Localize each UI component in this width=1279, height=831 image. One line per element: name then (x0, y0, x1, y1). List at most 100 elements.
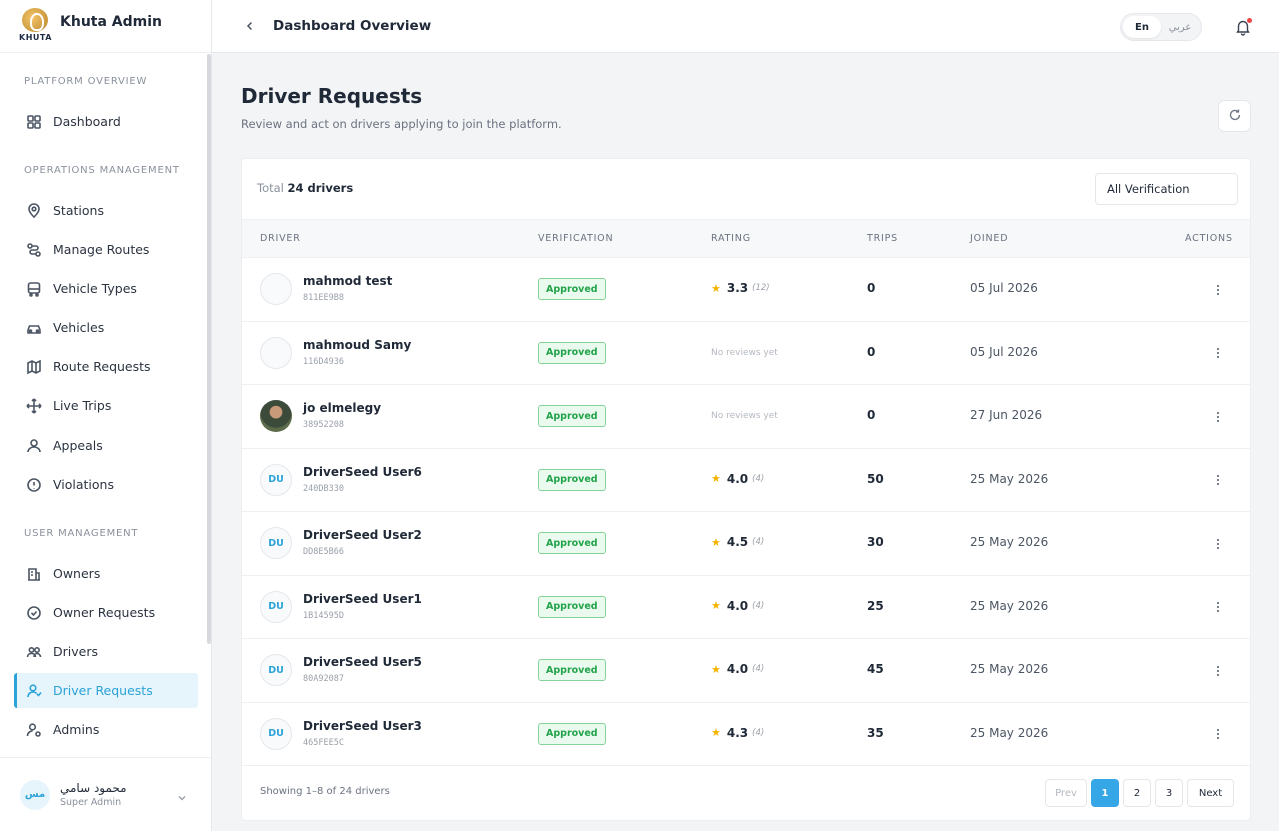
lang-en-option[interactable]: En (1123, 16, 1161, 38)
alert-circle-icon (26, 477, 42, 493)
col-driver[interactable]: DRIVER (260, 233, 301, 244)
sidebar-item-violations[interactable]: Violations (14, 467, 198, 502)
status-badge: Approved (538, 405, 606, 427)
sidebar-item-drivers[interactable]: Drivers (14, 634, 198, 669)
row-actions-button[interactable] (1208, 344, 1228, 364)
sidebar-item-label: Vehicles (53, 320, 105, 335)
verification-filter-select[interactable]: All Verification (1095, 173, 1238, 205)
header-title: Dashboard Overview (273, 18, 432, 34)
car-icon (26, 320, 42, 336)
row-actions-button[interactable] (1208, 280, 1228, 300)
driver-name[interactable]: DriverSeed User6 (303, 465, 422, 479)
sidebar-item-route-requests[interactable]: Route Requests (14, 349, 198, 384)
next-page-button[interactable]: Next (1187, 779, 1234, 807)
more-vertical-icon (1216, 344, 1220, 363)
refresh-icon (1228, 107, 1242, 126)
sidebar-item-admins[interactable]: Admins (14, 712, 198, 747)
language-toggle[interactable]: En عربي (1120, 13, 1202, 41)
row-actions-button[interactable] (1208, 661, 1228, 681)
page-2-button[interactable]: 2 (1123, 779, 1151, 807)
sidebar-item-vehicle-types[interactable]: Vehicle Types (14, 271, 198, 306)
rating: ★ 4.3 (4) (711, 725, 765, 740)
chevron-down-icon[interactable] (177, 788, 187, 807)
trips-count: 35 (867, 725, 884, 740)
users-icon (26, 644, 42, 660)
status-badge: Approved (538, 595, 606, 618)
trips-count: 30 (867, 535, 884, 549)
col-verification[interactable]: VERIFICATION (538, 233, 613, 244)
joined-date: 25 May 2026 (970, 598, 1049, 613)
table-row[interactable]: DU DriverSeed User2 DD8E5B66 Approved ★ 4… (242, 512, 1250, 576)
trips-count: 0 (867, 281, 876, 295)
khuta-logo: KHUTA (19, 8, 52, 44)
driver-id: 240DB330 (303, 483, 344, 494)
driver-name[interactable]: mahmoud Samy (303, 338, 411, 352)
more-vertical-icon (1216, 471, 1220, 490)
driver-name[interactable]: DriverSeed User3 (303, 719, 422, 733)
user-role: Super Admin (60, 797, 122, 808)
chevron-left-icon (244, 17, 256, 36)
row-actions-button[interactable] (1208, 407, 1228, 427)
row-actions-button[interactable] (1208, 534, 1228, 554)
check-circle-icon (26, 605, 42, 621)
status-badge: Approved (538, 532, 606, 554)
sidebar-item-live-trips[interactable]: Live Trips (14, 388, 198, 423)
rating: ★ 3.3 (12) (711, 281, 770, 295)
more-vertical-icon (1216, 662, 1220, 681)
table-row[interactable]: DU DriverSeed User6 240DB330 Approved ★ 4… (242, 449, 1250, 512)
driver-id: 38952208 (303, 420, 344, 430)
joined-date: 27 Jun 2026 (970, 408, 1043, 422)
prev-page-button[interactable]: Prev (1045, 779, 1087, 807)
lang-ar-option[interactable]: عربي (1161, 16, 1199, 38)
page-3-button[interactable]: 3 (1155, 779, 1183, 807)
sidebar-item-owner-requests[interactable]: Owner Requests (14, 595, 198, 630)
driver-id: DD8E5B66 (303, 547, 344, 557)
table-row[interactable]: DU DriverSeed User1 1B14595D Approved ★ 4… (242, 576, 1250, 639)
driver-name[interactable]: DriverSeed User1 (303, 592, 422, 606)
col-rating[interactable]: RATING (711, 233, 751, 244)
avatar: DU (260, 590, 292, 623)
table-row[interactable]: DU DriverSeed User3 465FEE5C Approved ★ 4… (242, 703, 1250, 766)
sidebar-item-appeals[interactable]: Appeals (14, 428, 198, 463)
sidebar-item-dashboard[interactable]: Dashboard (14, 104, 198, 139)
row-actions-button[interactable] (1208, 598, 1228, 618)
status-badge: Approved (538, 468, 606, 491)
driver-name[interactable]: mahmod test (303, 274, 392, 288)
bus-icon (26, 281, 42, 297)
brand[interactable]: KHUTA Khuta Admin (0, 0, 211, 53)
notification-dot (1247, 18, 1252, 23)
avatar (260, 336, 292, 369)
sidebar-item-owners[interactable]: Owners (14, 556, 198, 591)
map-pin-icon (26, 202, 42, 219)
notifications-button[interactable] (1234, 18, 1252, 36)
sidebar-item-manage-routes[interactable]: Manage Routes (14, 232, 198, 267)
hands-icon (26, 438, 42, 454)
table-header: DRIVER VERIFICATION RATING TRIPS JOINED … (242, 220, 1250, 258)
col-trips[interactable]: TRIPS (867, 233, 898, 244)
status-badge: Approved (538, 278, 606, 300)
star-icon: ★ (711, 472, 721, 485)
col-joined[interactable]: JOINED (970, 233, 1008, 244)
star-icon: ★ (711, 599, 721, 612)
driver-name[interactable]: DriverSeed User2 (303, 528, 422, 542)
user-cog-icon (26, 722, 42, 738)
table-row[interactable]: mahmod test 811EE9B8 Approved ★ 3.3 (12) 0… (242, 258, 1250, 322)
back-button[interactable] (242, 18, 258, 34)
row-actions-button[interactable] (1208, 471, 1228, 491)
user-profile[interactable]: مس محمود سامي Super Admin (0, 757, 211, 831)
sidebar-item-driver-requests[interactable]: Driver Requests (14, 673, 198, 708)
driver-name[interactable]: jo elmelegy (303, 401, 381, 415)
sidebar-item-stations[interactable]: Stations (14, 193, 198, 228)
table-row[interactable]: jo elmelegy 38952208 Approved No reviews… (242, 385, 1250, 449)
sidebar-item-vehicles[interactable]: Vehicles (14, 310, 198, 345)
driver-name[interactable]: DriverSeed User5 (303, 655, 422, 669)
sidebar-item-label: Vehicle Types (53, 281, 137, 296)
driver-id: 811EE9B8 (303, 293, 344, 303)
sidebar-scrollbar[interactable] (207, 54, 211, 644)
row-actions-button[interactable] (1208, 725, 1228, 745)
refresh-button[interactable] (1218, 100, 1251, 132)
joined-date: 25 May 2026 (970, 725, 1049, 740)
table-row[interactable]: mahmoud Samy 116D4936 Approved No review… (242, 322, 1250, 385)
page-1-button[interactable]: 1 (1091, 779, 1119, 807)
table-row[interactable]: DU DriverSeed User5 80A92087 Approved ★ 4… (242, 639, 1250, 703)
